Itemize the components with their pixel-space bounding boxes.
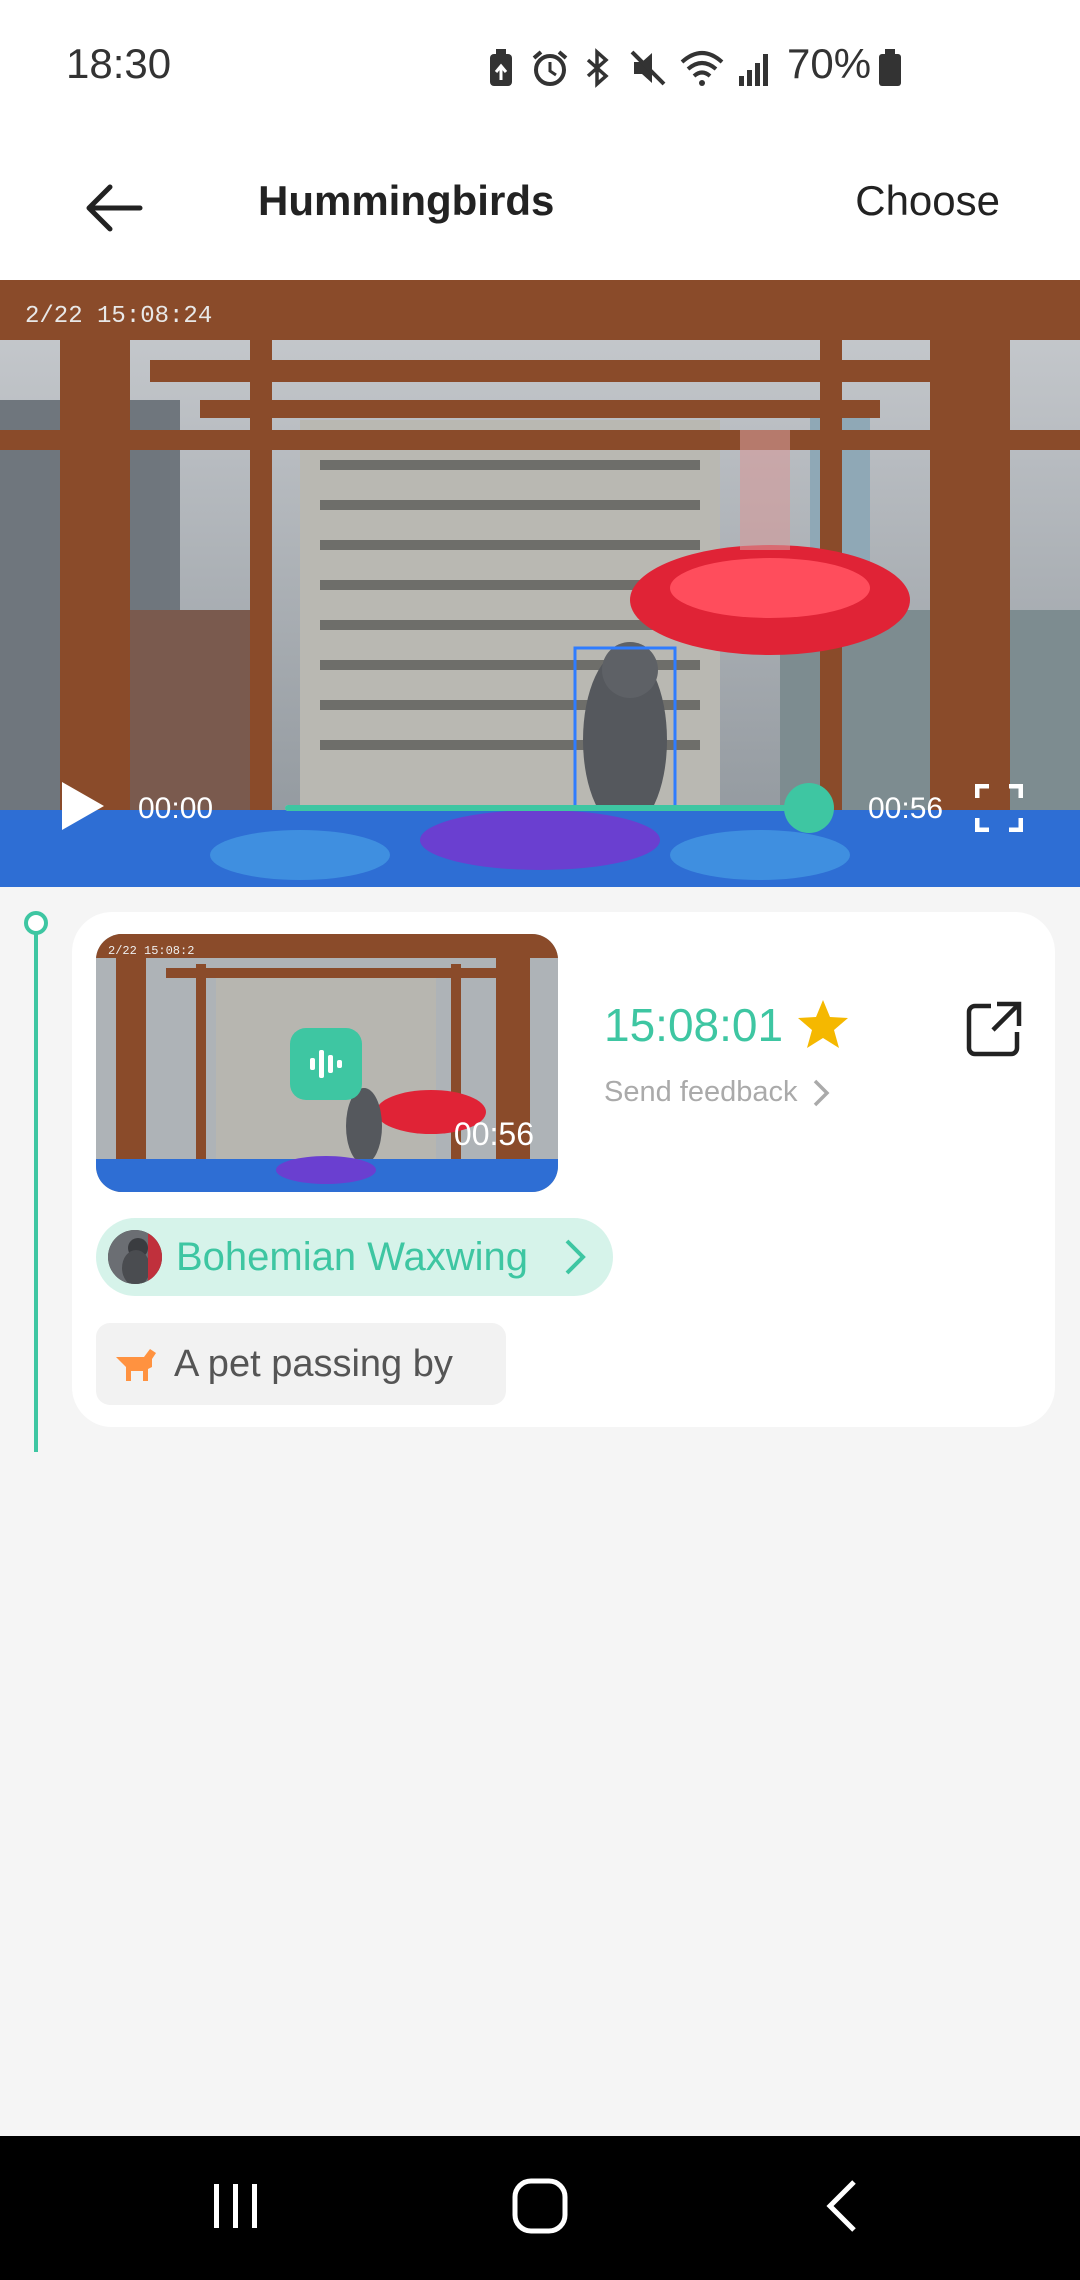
event-time: 15:08:01	[604, 999, 784, 1051]
species-label: Bohemian Waxwing	[176, 1235, 529, 1279]
system-nav-bar	[0, 2136, 1080, 2280]
timeline-line	[34, 922, 38, 1452]
send-feedback-link[interactable]: Send feedback	[604, 1076, 797, 1109]
current-time: 00:00	[138, 792, 214, 825]
audio-badge	[290, 1028, 362, 1100]
species-avatar	[108, 1230, 162, 1284]
pet-label: A pet passing by	[174, 1343, 453, 1385]
back-arrow-icon[interactable]	[80, 173, 150, 243]
video-timestamp-overlay: 2/22 15:08:24	[25, 303, 212, 330]
home-icon[interactable]	[510, 2176, 570, 2236]
chevron-right-icon	[813, 1079, 830, 1107]
choose-button[interactable]: Choose	[855, 177, 1000, 225]
thumbnail-duration: 00:56	[453, 1116, 534, 1152]
progress-handle[interactable]	[784, 783, 834, 833]
page-title: Hummingbirds	[258, 177, 555, 224]
signal-icon	[739, 54, 768, 86]
dog-icon	[116, 1349, 156, 1381]
play-icon[interactable]	[58, 780, 106, 832]
alarm-icon	[532, 50, 568, 86]
fullscreen-icon[interactable]	[975, 784, 1023, 832]
nav-back-icon[interactable]	[822, 2176, 862, 2236]
battery-percent: 70%	[787, 40, 872, 87]
wifi-icon	[680, 51, 724, 86]
timeline-dot	[24, 911, 48, 935]
thumbnail-timestamp: 2/22 15:08:2	[108, 944, 194, 958]
video-duration: 00:56	[868, 792, 944, 825]
bird-avatar-image	[108, 1230, 162, 1284]
audio-wave-icon	[310, 1050, 342, 1078]
pet-chip[interactable]: A pet passing by	[96, 1323, 506, 1405]
share-icon[interactable]	[965, 1000, 1023, 1058]
status-time: 18:30	[66, 40, 172, 87]
star-icon[interactable]	[795, 998, 851, 1052]
battery-icon	[879, 49, 901, 86]
mute-icon	[630, 50, 666, 86]
bluetooth-icon	[586, 48, 609, 88]
progress-fill	[285, 805, 809, 811]
recent-apps-icon[interactable]	[210, 2176, 262, 2236]
chevron-right-icon	[565, 1239, 586, 1275]
battery-saver-icon	[490, 49, 512, 86]
event-thumbnail[interactable]: 2/22 15:08:2 00:56	[96, 934, 558, 1192]
species-chip[interactable]: Bohemian Waxwing	[96, 1218, 613, 1296]
app-header: Hummingbirds Choose	[0, 135, 1080, 280]
status-bar: 18:30 70%	[0, 0, 1080, 135]
